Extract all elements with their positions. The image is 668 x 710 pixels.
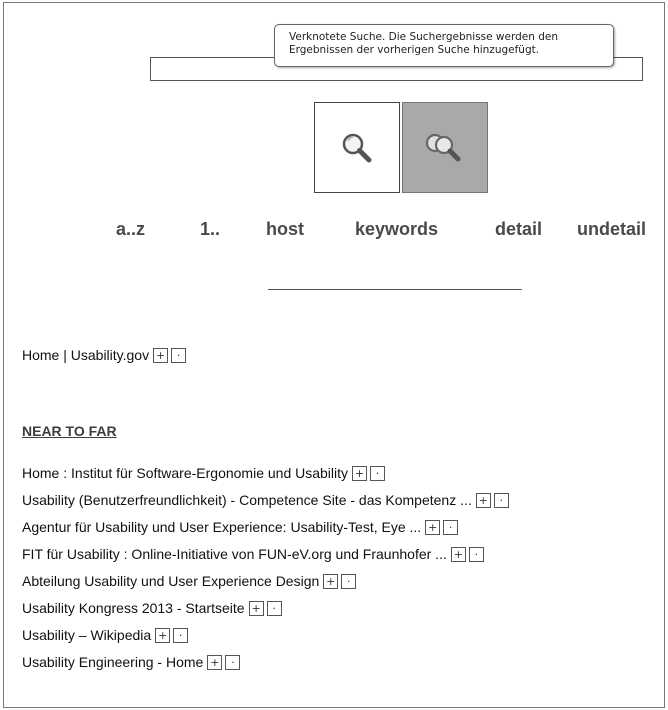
- add-button[interactable]: +: [450, 546, 466, 562]
- result-link[interactable]: Usability Engineering - Home: [22, 654, 203, 670]
- tooltip-line-2: Ergebnissen der vorherigen Suche hinzuge…: [289, 43, 540, 56]
- result-link[interactable]: Agentur für Usability und User Experienc…: [22, 519, 421, 535]
- add-button[interactable]: +: [207, 654, 223, 670]
- double-magnifier-icon: [425, 133, 461, 161]
- breadcrumb: Home | Usability.gov + ·: [22, 345, 187, 365]
- result-item: Agentur für Usability und User Experienc…: [22, 517, 459, 537]
- sort-options: a..z 1.. host keywords detail undetail: [4, 219, 664, 243]
- add-button[interactable]: +: [155, 627, 171, 643]
- result-item: FIT für Usability : Online-Initiative vo…: [22, 544, 484, 564]
- result-item: Usability – Wikipedia + ·: [22, 625, 189, 645]
- add-button[interactable]: +: [352, 465, 368, 481]
- result-item: Usability Engineering - Home + ·: [22, 652, 241, 672]
- sort-alphabetical-link[interactable]: a..z: [116, 219, 145, 240]
- remove-button[interactable]: ·: [370, 465, 386, 481]
- remove-button[interactable]: ·: [468, 546, 484, 562]
- search-button[interactable]: [314, 102, 400, 193]
- add-button[interactable]: +: [153, 347, 169, 363]
- remove-button[interactable]: ·: [225, 654, 241, 670]
- remove-button[interactable]: ·: [443, 519, 459, 535]
- add-button[interactable]: +: [323, 573, 339, 589]
- result-link[interactable]: Usability – Wikipedia: [22, 627, 151, 643]
- chained-search-tooltip: Verknotete Suche. Die Suchergebnisse wer…: [274, 24, 614, 67]
- sort-detail-link[interactable]: detail: [495, 219, 542, 240]
- chained-search-button[interactable]: [402, 102, 488, 193]
- add-button[interactable]: +: [425, 519, 441, 535]
- section-heading-near-to-far[interactable]: NEAR TO FAR: [22, 423, 117, 439]
- result-link[interactable]: Abteilung Usability und User Experience …: [22, 573, 319, 589]
- result-link[interactable]: FIT für Usability : Online-Initiative vo…: [22, 546, 447, 562]
- add-button[interactable]: +: [475, 492, 491, 508]
- tooltip-line-1: Verknotete Suche. Die Suchergebnisse wer…: [289, 31, 558, 43]
- magnifier-icon: [342, 133, 372, 162]
- remove-button[interactable]: ·: [173, 627, 189, 643]
- result-item: Usability (Benutzerfreundlichkeit) - Com…: [22, 490, 509, 510]
- sort-host-link[interactable]: host: [266, 219, 304, 240]
- remove-button[interactable]: ·: [266, 600, 282, 616]
- page-frame: Verknotete Suche. Die Suchergebnisse wer…: [3, 2, 665, 708]
- result-link[interactable]: Home : Institut für Software-Ergonomie u…: [22, 465, 348, 481]
- breadcrumb-label[interactable]: Home | Usability.gov: [22, 347, 149, 363]
- remove-button[interactable]: ·: [341, 573, 357, 589]
- add-button[interactable]: +: [248, 600, 264, 616]
- sort-numeric-link[interactable]: 1..: [200, 219, 220, 240]
- result-link[interactable]: Usability (Benutzerfreundlichkeit) - Com…: [22, 492, 472, 508]
- remove-button[interactable]: ·: [493, 492, 509, 508]
- divider-line: [268, 289, 522, 290]
- sort-keywords-link[interactable]: keywords: [355, 219, 438, 240]
- sort-undetail-link[interactable]: undetail: [577, 219, 646, 240]
- result-item: Home : Institut für Software-Ergonomie u…: [22, 463, 386, 483]
- result-link[interactable]: Usability Kongress 2013 - Startseite: [22, 600, 245, 616]
- result-item: Abteilung Usability und User Experience …: [22, 571, 357, 591]
- result-item: Usability Kongress 2013 - Startseite + ·: [22, 598, 282, 618]
- remove-button[interactable]: ·: [171, 347, 187, 363]
